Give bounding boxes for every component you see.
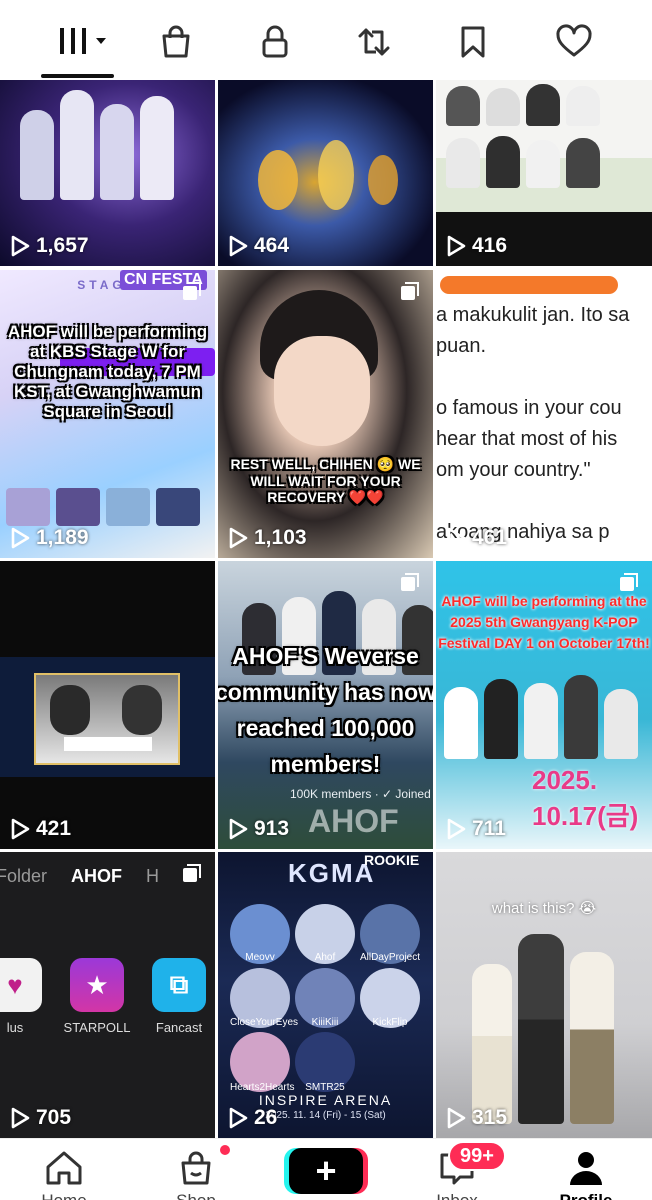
video-caption: AHOF'S Weverse community has now reached… bbox=[218, 643, 433, 777]
tweet-screenshot-text: a makukulit jan. Ito sa puan. o famous i… bbox=[436, 304, 630, 543]
brand-watermark: AHOF bbox=[308, 803, 399, 839]
award-category: ROOKIE bbox=[364, 852, 420, 868]
multi-photo-icon bbox=[183, 282, 201, 300]
video-thumbnail[interactable]: 464 bbox=[218, 80, 433, 266]
play-icon bbox=[447, 235, 466, 257]
group-photo bbox=[444, 675, 638, 759]
shop-icon bbox=[181, 1151, 211, 1185]
video-thumbnail[interactable]: Folder AHOF H ♥ lus ★ STARPOLL ⧉ Fancast 70… bbox=[0, 852, 215, 1138]
event-logo: KGMA bbox=[288, 858, 376, 888]
play-icon bbox=[11, 527, 30, 549]
profile-icon bbox=[570, 1152, 602, 1185]
play-icon bbox=[229, 235, 248, 257]
video-thumbnail[interactable]: AHOF'S Weverse community has now reached… bbox=[218, 561, 433, 849]
shop-notification-dot bbox=[218, 1143, 232, 1157]
profile-tab-bar bbox=[0, 0, 652, 80]
grid-icon bbox=[60, 28, 106, 54]
video-caption: what is this? 😭 bbox=[491, 900, 597, 917]
play-icon bbox=[11, 235, 30, 257]
bottom-navigation: Home Shop + Inbox 99+ Profile bbox=[0, 1138, 652, 1200]
play-icon bbox=[447, 818, 466, 840]
view-count: 464 bbox=[228, 234, 289, 258]
video-thumbnail[interactable]: 1,657 bbox=[0, 80, 215, 266]
create-button[interactable]: + bbox=[289, 1148, 363, 1194]
view-count: 1,657 bbox=[10, 234, 89, 258]
nav-home[interactable]: Home bbox=[24, 1147, 104, 1200]
nominee-labels: Meovv Ahof AllDayProject CloseYourEyes Kiii… bbox=[230, 952, 421, 1093]
group-photos bbox=[6, 488, 200, 526]
active-tab-indicator bbox=[41, 74, 114, 78]
lock-icon bbox=[262, 25, 288, 58]
video-thumbnail[interactable]: AHOF will be performing at the 2025 5th … bbox=[436, 561, 652, 849]
inbox-badge: 99+ bbox=[448, 1141, 506, 1171]
video-thumbnail[interactable]: 421 bbox=[0, 561, 215, 849]
tab-reposts[interactable] bbox=[350, 18, 398, 66]
video-thumbnail[interactable]: a makukulit jan. Ito sa puan. o famous i… bbox=[436, 270, 652, 558]
view-count: 711 bbox=[446, 817, 506, 841]
video-thumbnail[interactable]: 416 bbox=[436, 80, 652, 266]
tab-liked[interactable] bbox=[550, 18, 598, 66]
video-thumbnail[interactable]: what is this? 😭 315 bbox=[436, 852, 652, 1138]
screenshot-app-row: ♥ lus ★ STARPOLL ⧉ Fancast bbox=[0, 958, 208, 1035]
heart-icon bbox=[556, 24, 592, 57]
video-caption: AHOF will be performing at KBS Stage W f… bbox=[7, 322, 208, 422]
play-icon bbox=[11, 818, 30, 840]
dancers bbox=[472, 934, 614, 1124]
play-icon bbox=[229, 818, 248, 840]
tab-videos[interactable] bbox=[54, 18, 114, 66]
video-caption: AHOF will be performing at the 2025 5th … bbox=[438, 593, 650, 651]
shopping-bag-icon bbox=[162, 25, 190, 58]
play-icon bbox=[447, 1107, 466, 1129]
video-thumbnail[interactable]: KGMA ROOKIE Meovv Ahof AllDayProject Close… bbox=[218, 852, 433, 1138]
view-count: 913 bbox=[228, 817, 289, 841]
face-shape bbox=[274, 336, 370, 446]
play-icon bbox=[11, 1107, 30, 1129]
home-icon bbox=[46, 1151, 82, 1185]
play-icon bbox=[229, 1107, 248, 1129]
view-count: 705 bbox=[10, 1106, 71, 1130]
member-count-label: 100K members · ✓ Joined bbox=[290, 787, 431, 801]
view-count: 421 bbox=[10, 817, 71, 841]
multi-photo-icon bbox=[620, 573, 638, 591]
classroom-people bbox=[446, 136, 600, 188]
view-count: 26 bbox=[228, 1106, 277, 1130]
view-count: 416 bbox=[446, 234, 507, 258]
redacted-name bbox=[440, 276, 618, 294]
multi-photo-icon bbox=[183, 864, 201, 882]
multi-photo-icon bbox=[401, 282, 419, 300]
video-grid: 1,657 464 416 STAGE CN FESTA AHOF will b… bbox=[0, 80, 652, 1138]
view-count: 1,103 bbox=[228, 526, 307, 550]
video-thumbnail[interactable]: REST WELL, CHIHEN 🥺 WE WILL WAIT FOR YOU… bbox=[218, 270, 433, 558]
event-date: 2025. 10.17(금) bbox=[532, 765, 639, 831]
play-icon bbox=[229, 527, 248, 549]
view-count: 315 bbox=[446, 1106, 507, 1130]
play-icon bbox=[447, 527, 466, 549]
repost-icon bbox=[358, 28, 390, 56]
stage-performers bbox=[20, 90, 174, 200]
video-caption: REST WELL, CHIHEN 🥺 WE WILL WAIT FOR YOU… bbox=[230, 456, 421, 506]
multi-photo-icon bbox=[401, 573, 419, 591]
view-count: 461 bbox=[446, 526, 507, 550]
video-inset bbox=[34, 673, 180, 765]
tab-favorites[interactable] bbox=[449, 18, 497, 66]
video-thumbnail[interactable]: STAGE CN FESTA AHOF will be performing a… bbox=[0, 270, 215, 558]
tab-private[interactable] bbox=[251, 18, 299, 66]
view-count: 1,189 bbox=[10, 526, 89, 550]
tab-shop[interactable] bbox=[152, 18, 200, 66]
nav-profile[interactable]: Profile bbox=[546, 1147, 626, 1200]
classroom-people bbox=[446, 84, 600, 126]
bookmark-icon bbox=[461, 26, 485, 58]
